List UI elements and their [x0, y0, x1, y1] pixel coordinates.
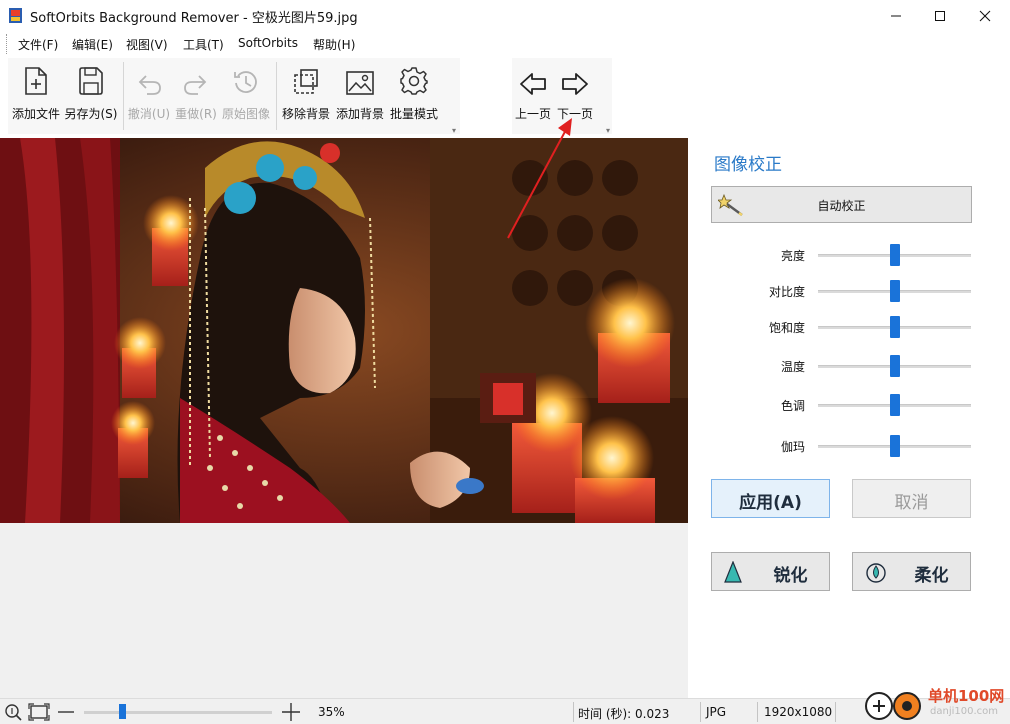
processing-time-text: 时间 (秒): 0.023	[578, 707, 670, 721]
arrow-left-icon	[520, 73, 546, 95]
maximize-button[interactable]	[917, 0, 963, 31]
redo-button[interactable]: 重做(R)	[174, 56, 218, 128]
original-image-button[interactable]: 原始图像	[220, 56, 272, 128]
saturation-slider[interactable]: 饱和度	[698, 316, 1010, 340]
app-icon	[9, 8, 22, 23]
soften-button[interactable]: 柔化	[852, 552, 971, 591]
toolbar-separator	[123, 62, 124, 130]
gamma-label: 伽玛	[780, 440, 805, 454]
zoom-slider-thumb[interactable]	[118, 704, 126, 719]
auto-correct-label: 自动校正	[817, 199, 866, 213]
toolbar-overflow-icon[interactable]: ▾	[452, 126, 456, 135]
hue-slider[interactable]: 色调	[698, 394, 1010, 418]
image-correction-panel: 图像校正 自动校正 亮度 对比度 饱和度 温度 色调 伽玛 应用(A) 取消 锐…	[698, 138, 1010, 698]
status-separator	[835, 702, 836, 722]
menu-bar: 文件(F) 编辑(E) 视图(V) 工具(T) SoftOrbits 帮助(H)	[0, 31, 1010, 56]
contrast-label: 对比度	[768, 285, 805, 299]
slider-thumb[interactable]	[889, 316, 900, 338]
cancel-button[interactable]: 取消	[852, 479, 971, 518]
undo-button[interactable]: 撤消(U)	[127, 56, 171, 128]
photo-canvas[interactable]	[0, 138, 688, 523]
undo-icon	[138, 75, 161, 95]
menu-file[interactable]: 文件(F)	[18, 36, 58, 53]
auto-correct-button[interactable]: 自动校正	[711, 186, 972, 223]
toolbar-overflow-icon[interactable]: ▾	[606, 126, 610, 135]
zoom-fit-icon[interactable]	[4, 703, 22, 721]
batch-mode-button[interactable]: 批量模式	[388, 56, 440, 128]
image-viewport[interactable]	[0, 118, 688, 698]
slider-thumb[interactable]	[889, 244, 900, 266]
panel-title: 图像校正	[714, 155, 782, 175]
contrast-slider[interactable]: 对比度	[698, 280, 1010, 304]
status-separator	[757, 702, 758, 722]
batch-mode-label: 批量模式	[389, 107, 438, 121]
remove-background-label: 移除背景	[281, 107, 330, 121]
sharpen-icon	[724, 561, 742, 583]
close-icon	[979, 10, 991, 21]
zoom-out-icon[interactable]	[57, 703, 75, 721]
undo-label: 撤消(U)	[127, 107, 171, 121]
zoom-actual-size-icon[interactable]	[28, 703, 50, 721]
soften-label: 柔化	[914, 566, 949, 586]
add-background-label: 添加背景	[335, 107, 384, 121]
menu-grip	[6, 34, 8, 54]
brightness-label: 亮度	[780, 249, 805, 263]
watermark-subtext: danji100.com	[930, 706, 998, 717]
zoom-level-text: 35%	[318, 705, 345, 719]
add-background-button[interactable]: 添加背景	[334, 56, 386, 128]
temperature-slider[interactable]: 温度	[698, 355, 1010, 379]
cancel-label: 取消	[894, 493, 929, 513]
status-bar: 35% 时间 (秒): 0.023 JPG 1920x1080	[0, 698, 1010, 724]
apply-button[interactable]: 应用(A)	[711, 479, 830, 518]
saturation-label: 饱和度	[768, 321, 805, 335]
add-file-button[interactable]: 添加文件	[10, 56, 62, 128]
menu-edit[interactable]: 编辑(E)	[72, 36, 113, 53]
toolbar-separator	[276, 62, 277, 130]
hue-label: 色调	[780, 399, 805, 413]
remove-background-icon	[294, 69, 318, 94]
apply-label: 应用(A)	[739, 493, 802, 513]
temperature-label: 温度	[780, 360, 805, 374]
sharpen-label: 锐化	[773, 566, 808, 586]
minimize-button[interactable]	[873, 0, 919, 31]
slider-thumb[interactable]	[889, 435, 900, 457]
slider-thumb[interactable]	[889, 355, 900, 377]
window-title: SoftOrbits Background Remover - 空极光图片59.…	[30, 11, 358, 26]
slider-thumb[interactable]	[889, 394, 900, 416]
menu-tools[interactable]: 工具(T)	[183, 36, 224, 53]
remove-background-button[interactable]: 移除背景	[280, 56, 332, 128]
image-icon	[346, 71, 374, 95]
image-format-text: JPG	[706, 705, 727, 719]
annotation-arrow-icon	[507, 118, 572, 239]
add-file-label: 添加文件	[11, 107, 60, 121]
gamma-slider[interactable]: 伽玛	[698, 435, 1010, 459]
gear-icon	[400, 67, 428, 95]
menu-help[interactable]: 帮助(H)	[313, 36, 355, 53]
zoom-in-icon[interactable]	[281, 702, 301, 722]
save-as-label: 另存为(S)	[64, 107, 118, 121]
menu-softorbits[interactable]: SoftOrbits	[238, 36, 298, 50]
brightness-slider[interactable]: 亮度	[698, 244, 1010, 268]
title-bar: SoftOrbits Background Remover - 空极光图片59.…	[0, 0, 1010, 31]
watermark-text: 单机100网	[928, 687, 1005, 705]
minimize-icon	[891, 15, 901, 16]
original-image-label: 原始图像	[221, 107, 270, 121]
history-icon	[234, 71, 257, 93]
save-as-button[interactable]: 另存为(S)	[64, 56, 118, 128]
sharpen-button[interactable]: 锐化	[711, 552, 830, 591]
save-icon	[79, 67, 103, 95]
zoom-slider-track[interactable]	[84, 711, 272, 714]
soften-icon	[866, 563, 886, 583]
slider-thumb[interactable]	[889, 280, 900, 302]
add-file-icon	[25, 67, 47, 95]
status-separator	[573, 702, 574, 722]
status-separator	[700, 702, 701, 722]
close-button[interactable]	[962, 0, 1008, 31]
menu-view[interactable]: 视图(V)	[126, 36, 168, 53]
maximize-icon	[935, 10, 945, 21]
redo-label: 重做(R)	[175, 107, 217, 121]
image-dimensions-text: 1920x1080	[764, 705, 833, 719]
redo-icon	[184, 75, 207, 95]
arrow-right-icon	[562, 73, 588, 95]
